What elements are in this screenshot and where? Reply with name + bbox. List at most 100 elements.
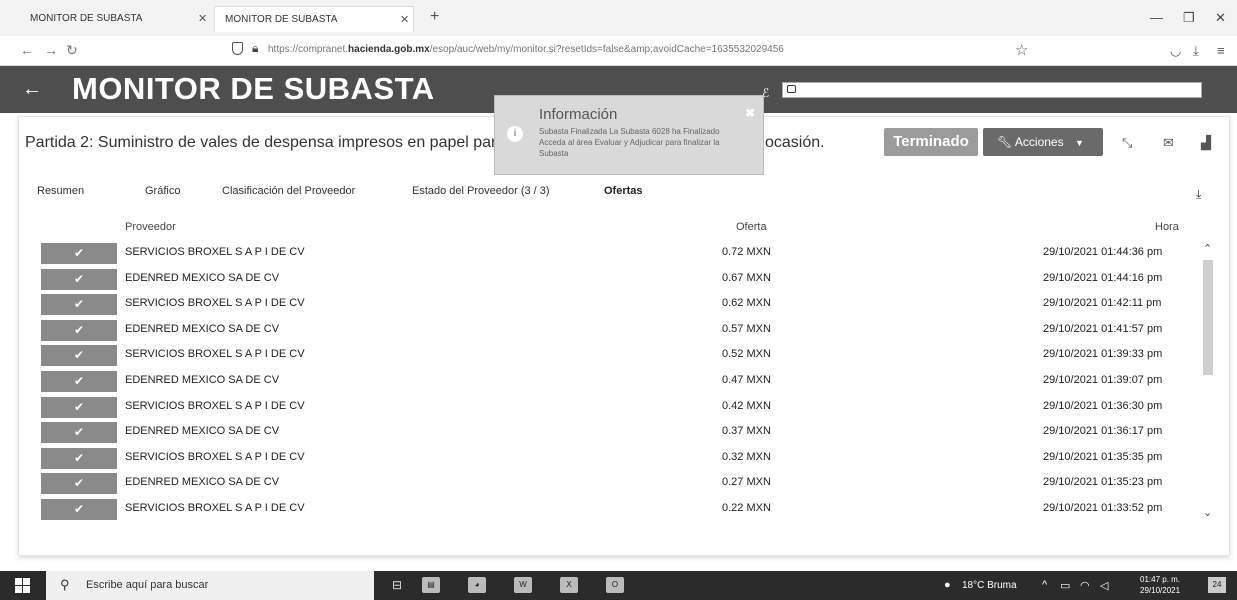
word-icon[interactable]: W bbox=[514, 577, 532, 593]
bookmark-star-icon[interactable]: ☆ bbox=[1015, 41, 1028, 59]
check-icon[interactable]: ✔ bbox=[41, 371, 117, 392]
mail-icon[interactable]: ✉ bbox=[1163, 135, 1174, 151]
weather-text[interactable]: 18°C Bruma bbox=[962, 580, 1017, 591]
tab-grafico[interactable]: Gráfico bbox=[145, 185, 180, 197]
menu-icon[interactable]: ≡ bbox=[1217, 43, 1225, 58]
col-proveedor[interactable]: Proveedor bbox=[125, 221, 176, 233]
back-icon[interactable]: ← bbox=[20, 42, 34, 58]
inbox-icon bbox=[787, 85, 796, 93]
browser-tab[interactable]: MONITOR DE SUBASTA ✕ bbox=[30, 6, 220, 32]
url-domain: hacienda.gob.mx bbox=[348, 44, 430, 55]
file-explorer-icon[interactable]: ▤ bbox=[422, 577, 440, 593]
scroll-down-icon[interactable]: ⌄ bbox=[1203, 506, 1212, 519]
caret-down-icon: ▼ bbox=[1074, 138, 1084, 148]
browser-app-icon[interactable]: ◕ bbox=[468, 577, 486, 593]
lock-icon[interactable]: 🔒︎ bbox=[252, 41, 258, 56]
row-proveedor: SERVICIOS BROXEL S A P I DE CV bbox=[125, 399, 305, 412]
row-proveedor: EDENRED MEXICO SA DE CV bbox=[125, 425, 280, 438]
sub-tabs: Resumen Gráfico Clasificación del Provee… bbox=[19, 185, 1229, 209]
volume-icon[interactable]: ◁ bbox=[1100, 579, 1108, 592]
weather-icon[interactable]: ● bbox=[944, 579, 951, 591]
clock[interactable]: 01:47 p. m. 29/10/2021 bbox=[1140, 574, 1180, 596]
status-button[interactable]: Terminado bbox=[884, 128, 978, 156]
col-oferta[interactable]: Oferta bbox=[736, 221, 767, 233]
check-icon[interactable]: ✔ bbox=[41, 268, 117, 290]
header-search-input[interactable] bbox=[782, 82, 1202, 98]
reload-icon[interactable]: ↻ bbox=[66, 42, 78, 59]
check-icon[interactable]: ✔ bbox=[41, 294, 117, 316]
windows-start-icon[interactable] bbox=[15, 578, 30, 593]
row-hora: 29/10/2021 01:35:35 pm bbox=[1043, 450, 1163, 463]
row-oferta: 0.32 MXN bbox=[722, 450, 771, 463]
check-icon[interactable]: ✔ bbox=[41, 473, 117, 495]
browser-tab-label: MONITOR DE SUBASTA bbox=[225, 14, 338, 25]
taskbar-search[interactable]: ⚲ Escribe aquí para buscar bbox=[46, 571, 374, 600]
table-row[interactable]: ✔ EDENRED MEXICO SA DE CV 0.57 MXN 29/10/20… bbox=[19, 319, 1199, 341]
row-proveedor: EDENRED MEXICO SA DE CV bbox=[125, 271, 280, 284]
check-icon[interactable]: ✔ bbox=[41, 422, 117, 444]
table-row[interactable]: ✔ EDENRED MEXICO SA DE CV 0.37 MXN 29/10/20… bbox=[19, 421, 1199, 444]
check-icon[interactable]: ✔ bbox=[41, 396, 117, 418]
outlook-icon[interactable]: O bbox=[606, 577, 624, 593]
check-icon[interactable]: ✔ bbox=[41, 345, 117, 367]
tab-estado[interactable]: Estado del Proveedor (3 / 3) bbox=[412, 185, 550, 197]
table-scrollbar[interactable]: ⌃ ⌄ bbox=[1201, 242, 1215, 520]
close-tab-icon[interactable]: ✕ bbox=[198, 6, 207, 32]
row-proveedor: SERVICIOS BROXEL S A P I DE CV bbox=[125, 297, 305, 310]
download-icon[interactable]: ⤓ bbox=[1196, 187, 1201, 202]
tab-clasificacion[interactable]: Clasificación del Proveedor bbox=[222, 185, 355, 197]
shield-icon[interactable] bbox=[232, 42, 243, 55]
check-icon[interactable]: ✔ bbox=[41, 243, 117, 264]
check-icon[interactable]: ✔ bbox=[41, 499, 117, 520]
browser-tab-active[interactable]: MONITOR DE SUBASTA ✕ bbox=[214, 6, 414, 32]
restore-icon[interactable]: ❐ bbox=[1183, 10, 1195, 26]
table-row[interactable]: ✔ EDENRED MEXICO SA DE CV 0.67 MXN 29/10/20… bbox=[19, 268, 1199, 290]
row-hora: 29/10/2021 01:39:07 pm bbox=[1043, 374, 1163, 386]
row-oferta: 0.42 MXN bbox=[722, 399, 771, 412]
partida-title: Partida 2: Suministro de vales de despen… bbox=[25, 134, 497, 151]
table-row[interactable]: ✔ SERVICIOS BROXEL S A P I DE CV 0.72 MXN 2… bbox=[19, 242, 1199, 264]
notification-center-icon[interactable]: 24 bbox=[1208, 577, 1226, 593]
row-oferta: 0.72 MXN bbox=[722, 246, 771, 258]
row-proveedor: SERVICIOS BROXEL S A P I DE CV bbox=[125, 246, 305, 258]
table-row[interactable]: ✔ SERVICIOS BROXEL S A P I DE CV 0.62 MXN 2… bbox=[19, 293, 1199, 316]
row-proveedor: SERVICIOS BROXEL S A P I DE CV bbox=[125, 450, 305, 463]
wrench-icon: 🔧︎ bbox=[997, 135, 1013, 149]
main-panel: Partida 2: Suministro de vales de despen… bbox=[18, 116, 1230, 556]
row-oferta: 0.67 MXN bbox=[722, 271, 771, 284]
url-text[interactable]: https://compranet.hacienda.gob.mx/esop/a… bbox=[268, 44, 784, 55]
pocket-icon[interactable]: ◡ bbox=[1170, 43, 1181, 59]
check-icon[interactable]: ✔ bbox=[41, 319, 117, 341]
close-notification-icon[interactable]: ✖ bbox=[745, 106, 755, 120]
close-window-icon[interactable]: ✕ bbox=[1215, 10, 1226, 26]
close-tab-icon[interactable]: ✕ bbox=[400, 7, 409, 33]
table-row[interactable]: ✔ SERVICIOS BROXEL S A P I DE CV 0.32 MXN 2… bbox=[19, 447, 1199, 469]
forward-icon[interactable]: → bbox=[44, 42, 58, 58]
tab-ofertas[interactable]: Ofertas bbox=[604, 185, 643, 197]
chart-icon[interactable]: ▟ bbox=[1201, 135, 1211, 151]
excel-icon[interactable]: X bbox=[560, 577, 578, 593]
table-row[interactable]: ✔ EDENRED MEXICO SA DE CV 0.47 MXN 29/10/20… bbox=[19, 370, 1199, 392]
table-row[interactable]: ✔ SERVICIOS BROXEL S A P I DE CV 0.22 MXN 2… bbox=[19, 498, 1199, 520]
battery-icon[interactable]: ▭ bbox=[1060, 579, 1070, 592]
scroll-thumb[interactable] bbox=[1203, 260, 1213, 375]
scroll-up-icon[interactable]: ⌃ bbox=[1203, 242, 1212, 255]
actions-button[interactable]: 🔧︎ Acciones ▼ bbox=[983, 128, 1103, 156]
downloads-icon[interactable]: ⤓ bbox=[1193, 43, 1199, 59]
compress-icon[interactable]: ⤡ bbox=[1122, 135, 1132, 151]
back-arrow-icon[interactable]: ← bbox=[22, 78, 42, 101]
row-hora: 29/10/2021 01:35:23 pm bbox=[1043, 476, 1163, 489]
table-row[interactable]: ✔ SERVICIOS BROXEL S A P I DE CV 0.52 MXN 2… bbox=[19, 344, 1199, 367]
table-row[interactable]: ✔ SERVICIOS BROXEL S A P I DE CV 0.42 MXN 2… bbox=[19, 396, 1199, 418]
chevron-up-icon[interactable]: ^ bbox=[1042, 579, 1047, 591]
network-icon[interactable]: ◠ bbox=[1080, 579, 1090, 592]
row-hora: 29/10/2021 01:42:11 pm bbox=[1043, 297, 1162, 310]
table-row[interactable]: ✔ EDENRED MEXICO SA DE CV 0.27 MXN 29/10/20… bbox=[19, 472, 1199, 495]
clock-time: 01:47 p. m. bbox=[1140, 575, 1181, 584]
minimize-icon[interactable]: — bbox=[1150, 10, 1163, 25]
task-view-icon[interactable]: ⊟ bbox=[388, 577, 406, 593]
new-tab-icon[interactable]: + bbox=[430, 8, 439, 26]
check-icon[interactable]: ✔ bbox=[41, 447, 117, 469]
tab-resumen[interactable]: Resumen bbox=[37, 185, 84, 197]
col-hora[interactable]: Hora bbox=[1155, 221, 1179, 233]
